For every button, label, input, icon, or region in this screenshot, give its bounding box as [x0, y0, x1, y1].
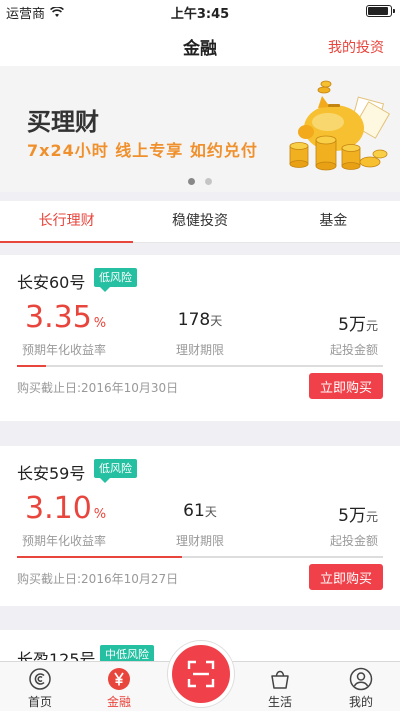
rate-label: 预期年化收益率: [22, 343, 107, 357]
status-bar: 运营商 上午3:45: [0, 0, 400, 22]
tabbar-label: 我的: [348, 695, 373, 709]
promo-banner[interactable]: 买理财 7x24小时 线上专享 如约兑付: [0, 66, 400, 192]
tabbar-home[interactable]: 首页: [5, 662, 75, 711]
banner-page-indicator[interactable]: [0, 178, 400, 185]
my-investments-link[interactable]: 我的投资: [328, 37, 384, 57]
expected-rate: 3.35%: [25, 300, 106, 335]
product-name: 长安60号: [17, 273, 86, 292]
banner-subtitle: 7x24小时 线上专享 如约兑付: [27, 141, 258, 160]
tab-changxing-licai[interactable]: 长行理财: [0, 201, 134, 243]
risk-badge: 低风险: [94, 459, 137, 483]
term-value: 178: [177, 310, 211, 330]
term-value: 61: [183, 501, 205, 521]
piggy-bank-illustration: [289, 80, 391, 171]
buy-now-button[interactable]: 立即购买: [309, 373, 383, 399]
expected-rate: 3.10%: [25, 491, 106, 526]
buy-now-button[interactable]: 立即购买: [309, 564, 383, 590]
profile-icon: [349, 667, 373, 691]
amount-value: 5万: [338, 315, 366, 335]
amount-unit: 元: [365, 510, 378, 524]
battery-icon: [366, 5, 395, 17]
scan-icon: [187, 660, 215, 688]
tab-funds[interactable]: 基金: [267, 201, 400, 242]
progress-fill: [17, 556, 182, 558]
rate-unit: %: [93, 316, 107, 331]
scan-button[interactable]: [168, 641, 234, 707]
amount-value: 5万: [338, 506, 366, 526]
tabbar-mine[interactable]: 我的: [326, 662, 396, 711]
term-label: 理财期限: [175, 534, 224, 548]
home-icon: [29, 668, 51, 690]
product-name: 长安59号: [17, 464, 86, 483]
term: 178天: [150, 310, 250, 330]
progress-fill: [17, 365, 47, 367]
min-amount: 5万元: [338, 310, 378, 335]
term-unit: 天: [210, 314, 223, 328]
amount-unit: 元: [365, 319, 378, 333]
category-tabs: 长行理财 稳健投资 基金: [0, 201, 400, 243]
rate-label: 预期年化收益率: [22, 534, 107, 548]
page-dot[interactable]: [188, 178, 195, 185]
nav-bar: 金融 我的投资: [0, 22, 400, 66]
tabbar-label: 首页: [27, 695, 52, 709]
finance-screen: 运营商 上午3:45 金融 我的投资 买理财 7x24小时 线上专享 如约兑付: [0, 0, 400, 711]
page-dot[interactable]: [205, 178, 212, 185]
sales-progress-bar: [17, 556, 383, 558]
tabbar-finance[interactable]: 金融: [84, 662, 154, 711]
term-label: 理财期限: [175, 343, 224, 357]
tabbar-label: 生活: [267, 695, 292, 709]
tab-steady-investment[interactable]: 稳健投资: [133, 201, 266, 242]
product-card[interactable]: 长安60号 低风险 3.35% 预期年化收益率 178天 理财期限 5万元 起投…: [0, 255, 400, 421]
rate-value: 3.10: [25, 491, 92, 526]
min-amount: 5万元: [338, 501, 378, 526]
yen-icon: [108, 668, 130, 690]
product-card[interactable]: 长安59号 低风险 3.10% 预期年化收益率 61天 理财期限 5万元 起投金…: [0, 446, 400, 606]
purchase-deadline: 购买截止日:2016年10月27日: [17, 572, 179, 586]
amount-label: 起投金额: [329, 343, 378, 357]
rate-unit: %: [93, 507, 107, 522]
amount-label: 起投金额: [329, 534, 378, 548]
sales-progress-bar: [17, 365, 383, 367]
tabbar-life[interactable]: 生活: [245, 662, 315, 711]
term: 61天: [150, 501, 250, 521]
risk-badge: 低风险: [94, 268, 137, 292]
status-time: 上午3:45: [170, 7, 230, 22]
banner-title: 买理财: [27, 108, 99, 136]
term-unit: 天: [204, 505, 217, 519]
rate-value: 3.35: [25, 300, 92, 335]
tabbar-label: 金融: [106, 695, 131, 709]
basket-icon: [271, 670, 289, 689]
purchase-deadline: 购买截止日:2016年10月30日: [17, 381, 179, 395]
